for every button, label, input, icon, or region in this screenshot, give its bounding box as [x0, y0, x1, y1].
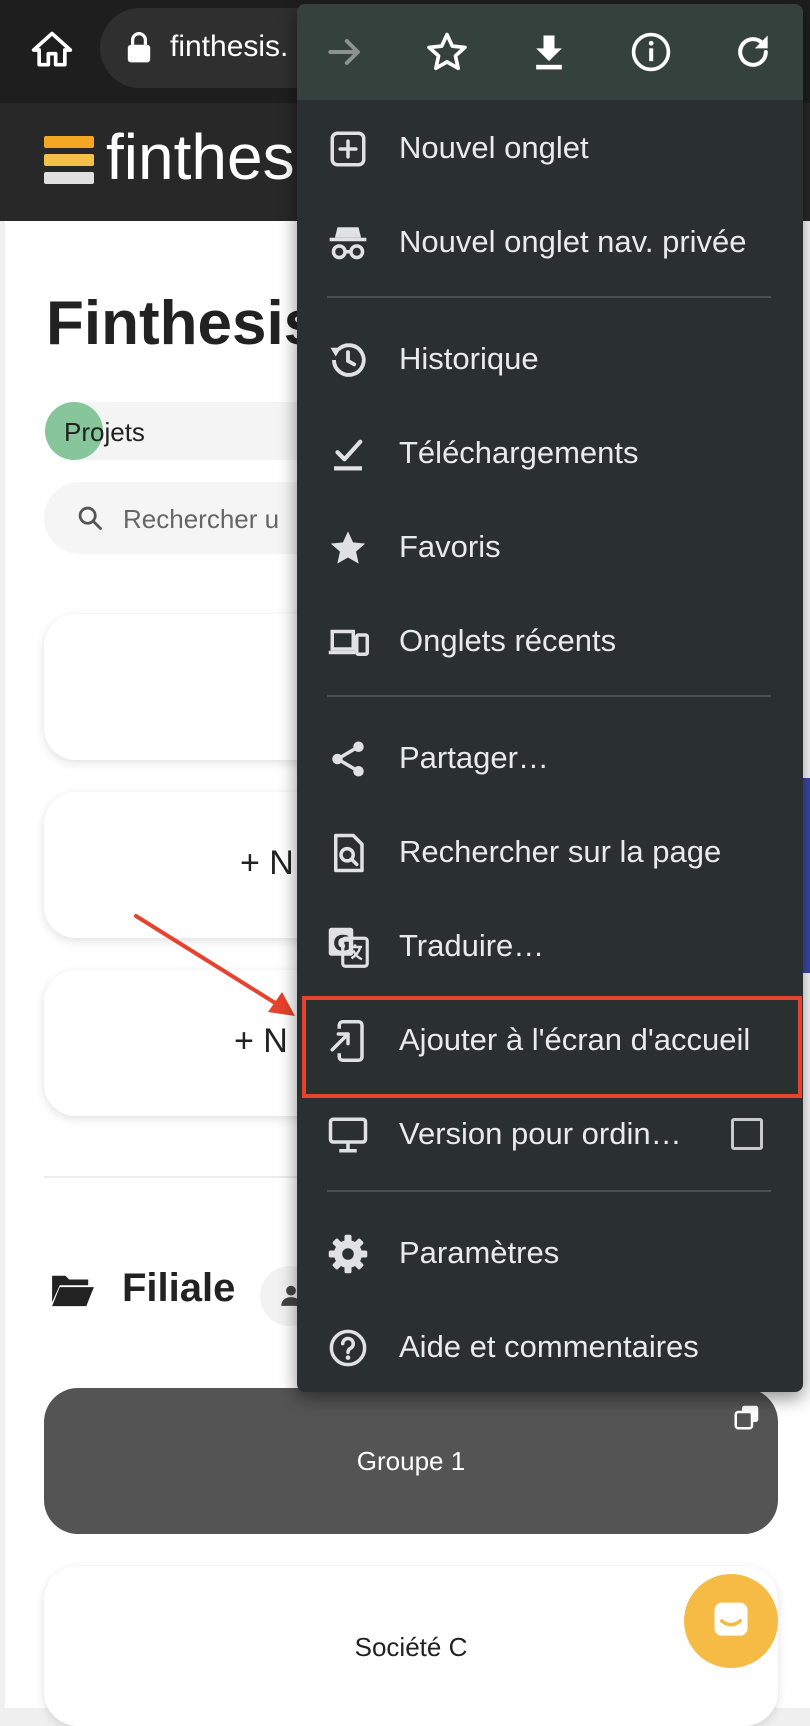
- search-icon: [78, 506, 102, 530]
- find-in-page-icon: [334, 833, 364, 873]
- logo-mark: [44, 136, 94, 188]
- menu-item-label: Paramètres: [399, 1235, 560, 1270]
- menu-item-label: Onglets récents: [399, 623, 617, 658]
- menu-item-label: Nouvel onglet: [399, 130, 589, 165]
- menu-item-help[interactable]: Aide et commentaires: [297, 1301, 803, 1395]
- new-tab-icon: [330, 131, 366, 167]
- logo-text: finthes: [106, 121, 295, 193]
- menu-toolbar: [297, 4, 803, 100]
- desktop-site-checkbox[interactable]: [731, 1118, 763, 1150]
- menu-item-label: Favoris: [399, 529, 501, 564]
- menu-item-history[interactable]: Historique: [297, 313, 803, 407]
- browser-overflow-menu: Nouvel onglet Nouvel onglet nav. privée …: [297, 4, 803, 1392]
- menu-item-label: Traduire…: [399, 928, 545, 963]
- annotation-arrow: [134, 914, 295, 1016]
- menu-item-settings[interactable]: Paramètres: [297, 1207, 803, 1301]
- info-icon[interactable]: [629, 30, 673, 74]
- settings-icon: [328, 1234, 368, 1274]
- menu-item-incognito-tab[interactable]: Nouvel onglet nav. privée: [297, 196, 803, 290]
- menu-separator: [327, 695, 771, 697]
- chat-icon: [714, 1602, 748, 1636]
- menu-item-label: Partager…: [399, 740, 549, 775]
- downloads-icon: [334, 439, 363, 471]
- help-icon: [329, 1329, 367, 1367]
- home-icon[interactable]: [30, 28, 74, 72]
- company-card[interactable]: Société C: [44, 1566, 778, 1726]
- menu-item-recent-tabs[interactable]: Onglets récents: [297, 595, 803, 689]
- menu-item-label: Nouvel onglet nav. privée: [399, 224, 747, 259]
- incognito-icon: [329, 227, 367, 260]
- tab-projets-label: Projets: [64, 417, 145, 447]
- menu-item-desktop-site[interactable]: Version pour ordin…: [297, 1088, 803, 1182]
- lock-icon: [127, 32, 151, 63]
- history-icon: [330, 343, 366, 377]
- menu-item-new-tab[interactable]: Nouvel onglet: [297, 102, 803, 196]
- menu-separator: [327, 1190, 771, 1192]
- menu-item-bookmarks[interactable]: Favoris: [297, 501, 803, 595]
- page-title: Finthesis: [46, 289, 319, 358]
- menu-item-label: Téléchargements: [399, 435, 639, 470]
- menu-separator: [327, 296, 771, 298]
- menu-item-find-in-page[interactable]: Rechercher sur la page: [297, 806, 803, 900]
- translate-icon: G: [328, 927, 369, 968]
- refresh-icon[interactable]: [731, 30, 775, 74]
- new-item-label: + N: [234, 1022, 288, 1060]
- highlight-box: [302, 996, 802, 1098]
- recent-tabs-icon: [328, 629, 369, 656]
- menu-item-label: Version pour ordin…: [399, 1116, 682, 1151]
- company-card-label: Société C: [354, 1632, 468, 1662]
- url-text: finthesis.: [170, 30, 289, 63]
- bookmarks-icon: [330, 531, 366, 564]
- folder-open-icon: [52, 1275, 94, 1307]
- section-title: Filiale: [122, 1266, 236, 1310]
- copy-icon[interactable]: [732, 1402, 762, 1432]
- group-card-label: Groupe 1: [356, 1446, 466, 1476]
- menu-item-share[interactable]: Partager…: [297, 712, 803, 806]
- group-card[interactable]: Groupe 1: [44, 1388, 778, 1534]
- star-icon[interactable]: [425, 30, 469, 74]
- menu-item-label: Historique: [399, 341, 539, 376]
- menu-item-label: Aide et commentaires: [399, 1329, 699, 1364]
- share-icon: [332, 741, 364, 777]
- search-placeholder: Rechercher u: [123, 504, 280, 534]
- forward-icon[interactable]: [323, 30, 367, 74]
- download-icon[interactable]: [527, 30, 571, 74]
- menu-item-downloads[interactable]: Téléchargements: [297, 407, 803, 501]
- new-item-label: + N: [240, 844, 294, 882]
- menu-item-label: Rechercher sur la page: [399, 834, 722, 869]
- menu-item-translate[interactable]: G Traduire…: [297, 900, 803, 994]
- chat-button[interactable]: [684, 1574, 778, 1668]
- desktop-icon: [328, 1117, 368, 1153]
